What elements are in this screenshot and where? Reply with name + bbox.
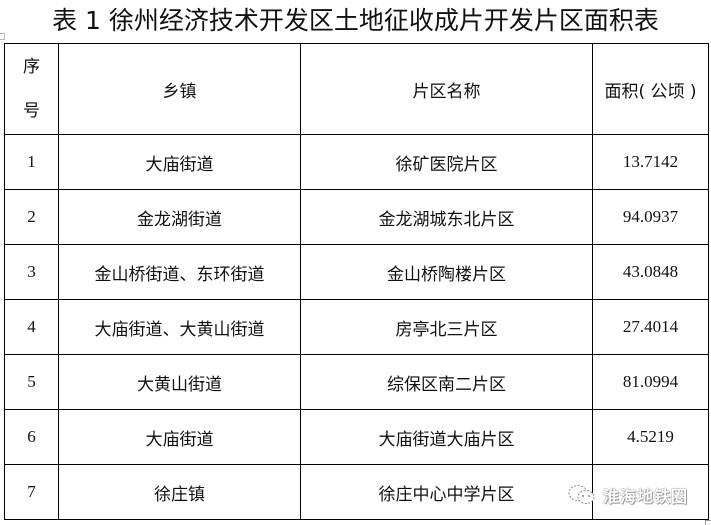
cell-area: 27.4014 bbox=[592, 299, 709, 355]
cell-seq: 3 bbox=[4, 244, 59, 300]
header-town: 乡镇 bbox=[58, 43, 301, 135]
table-row: 1 大庙街道 徐矿医院片区 13.7142 bbox=[4, 134, 709, 190]
cell-town: 大黄山街道 bbox=[58, 354, 301, 410]
table-row: 2 金龙湖街道 金龙湖城东北片区 94.0937 bbox=[4, 189, 709, 245]
cell-zone: 徐庄中心中学片区 bbox=[300, 464, 593, 520]
cell-zone: 徐矿医院片区 bbox=[300, 134, 593, 190]
cell-town: 金龙湖街道 bbox=[58, 189, 301, 245]
table-header-row: 序 号 乡镇 片区名称 面积( 公顷 ) bbox=[4, 43, 709, 135]
cell-zone: 大庙街道大庙片区 bbox=[300, 409, 593, 465]
cell-area: 4.5219 bbox=[592, 409, 709, 465]
cell-seq: 6 bbox=[4, 409, 59, 465]
header-seq-line2: 号 bbox=[23, 101, 40, 121]
wechat-icon bbox=[567, 484, 597, 506]
page-corner-mark-bottom bbox=[705, 520, 711, 525]
table-row: 5 大黄山街道 综保区南二片区 81.0994 bbox=[4, 354, 709, 410]
header-zone-name: 片区名称 bbox=[300, 43, 593, 135]
cell-seq: 2 bbox=[4, 189, 59, 245]
watermark-text: 淮海地铁圈 bbox=[603, 487, 689, 506]
table-row: 3 金山桥街道、东环街道 金山桥陶楼片区 43.0848 bbox=[4, 244, 709, 300]
cell-seq: 1 bbox=[4, 134, 59, 190]
cell-zone: 金山桥陶楼片区 bbox=[300, 244, 593, 300]
cell-town: 大庙街道、大黄山街道 bbox=[58, 299, 301, 355]
cell-seq: 5 bbox=[4, 354, 59, 410]
watermark: 淮海地铁圈 bbox=[567, 483, 688, 507]
cell-zone: 综保区南二片区 bbox=[300, 354, 593, 410]
table-row: 6 大庙街道 大庙街道大庙片区 4.5219 bbox=[4, 409, 709, 465]
cell-town: 大庙街道 bbox=[58, 134, 301, 190]
header-seq: 序 号 bbox=[4, 43, 59, 135]
cell-area: 43.0848 bbox=[592, 244, 709, 300]
cell-zone: 房亭北三片区 bbox=[300, 299, 593, 355]
zone-area-table: 序 号 乡镇 片区名称 面积( 公顷 ) 1 大庙街道 徐矿医院片区 13.71… bbox=[4, 43, 709, 520]
cell-area: 81.0994 bbox=[592, 354, 709, 410]
document-title: 表 1 徐州经济技术开发区土地征收成片开发片区面积表 bbox=[52, 6, 659, 35]
cell-town: 徐庄镇 bbox=[58, 464, 301, 520]
cell-town: 金山桥街道、东环街道 bbox=[58, 244, 301, 300]
cell-zone: 金龙湖城东北片区 bbox=[300, 189, 593, 245]
table-row: 4 大庙街道、大黄山街道 房亭北三片区 27.4014 bbox=[4, 299, 709, 355]
cell-seq: 7 bbox=[4, 464, 59, 520]
header-seq-line1: 序 bbox=[23, 57, 40, 77]
header-area: 面积( 公顷 ) bbox=[592, 43, 709, 135]
cell-area: 94.0937 bbox=[592, 189, 709, 245]
cell-seq: 4 bbox=[4, 299, 59, 355]
cell-area: 13.7142 bbox=[592, 134, 709, 190]
cell-town: 大庙街道 bbox=[58, 409, 301, 465]
